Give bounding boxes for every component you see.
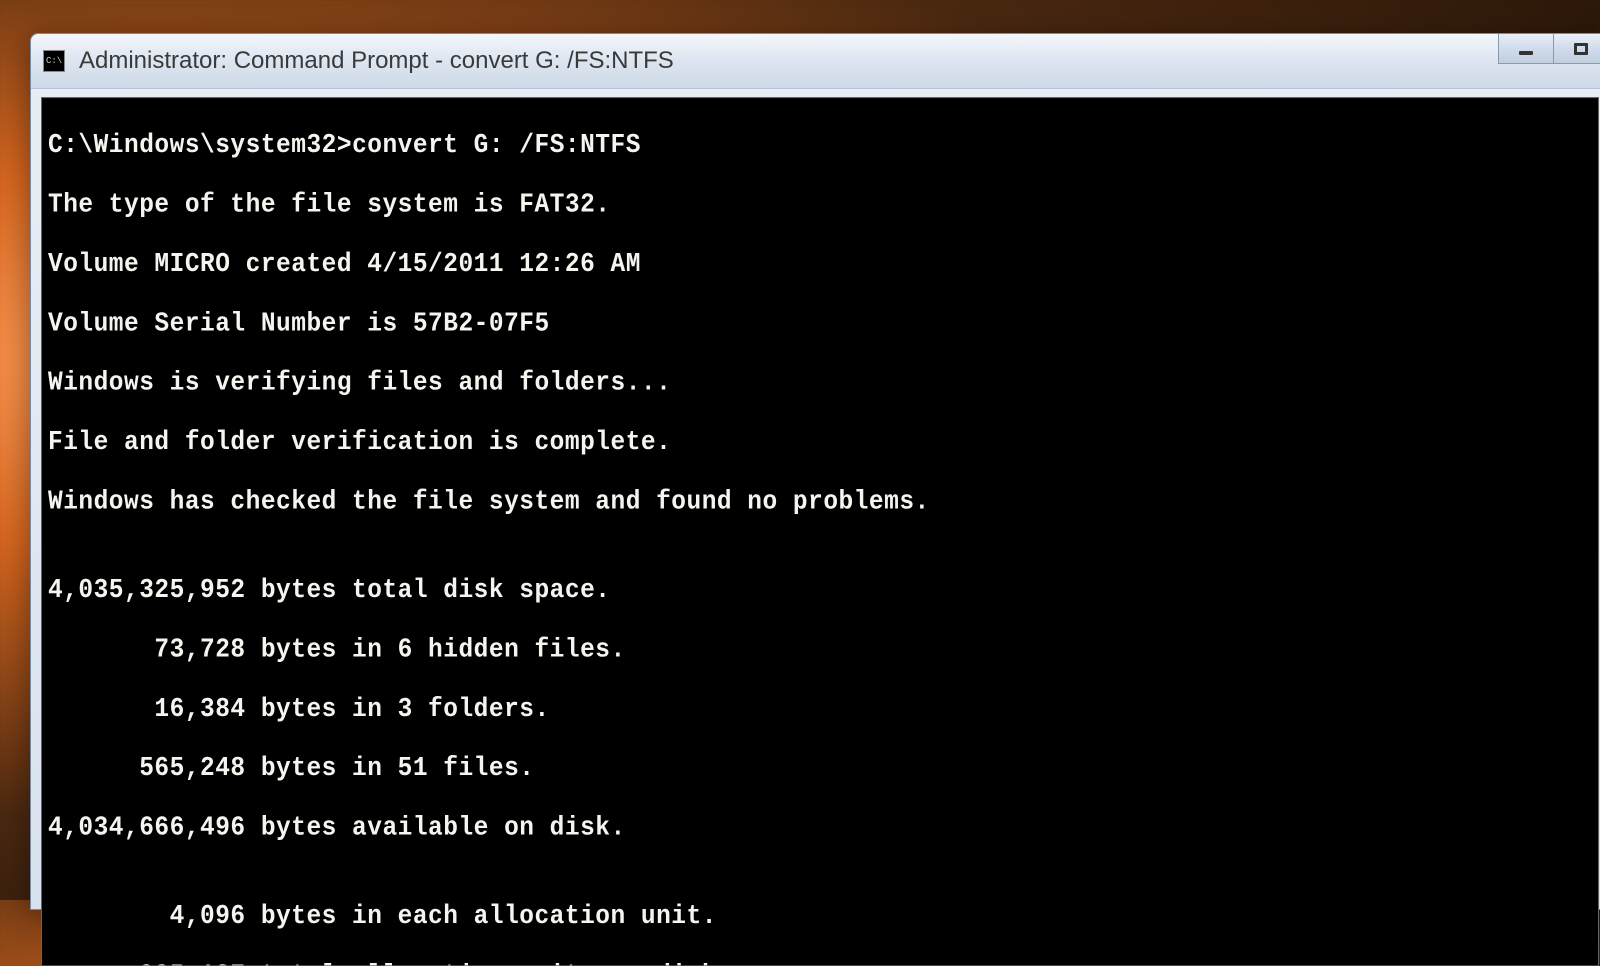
console-output[interactable]: C:\Windows\system32>convert G: /FS:NTFS … [41,97,1599,966]
window-controls [1499,34,1600,64]
minimize-button[interactable] [1498,34,1554,64]
command-prompt-window: C:\ Administrator: Command Prompt - conv… [30,33,1600,910]
output-line: 4,034,666,496 bytes available on disk. [48,814,1592,844]
command-text: convert G: /FS:NTFS [352,132,641,161]
cmd-icon: C:\ [43,50,65,72]
prompt-line: C:\Windows\system32>convert G: /FS:NTFS [48,132,1592,162]
output-line: 73,728 bytes in 6 hidden files. [48,636,1592,666]
output-line: Windows has checked the file system and … [48,488,1592,518]
minimize-icon [1519,51,1533,55]
output-line: Volume MICRO created 4/15/2011 12:26 AM [48,251,1592,281]
maximize-button[interactable] [1553,34,1600,64]
output-line: 565,248 bytes in 51 files. [48,754,1592,784]
maximize-icon [1574,43,1588,55]
output-line: 4,096 bytes in each allocation unit. [48,902,1592,932]
output-line: The type of the file system is FAT32. [48,191,1592,221]
window-title: Administrator: Command Prompt - convert … [79,47,1597,75]
output-line: File and folder verification is complete… [48,428,1592,458]
prompt-path: C:\Windows\system32> [48,132,352,161]
output-line: 985,187 total allocation units on disk. [48,962,1592,966]
output-line: 16,384 bytes in 3 folders. [48,695,1592,725]
output-line: 4,035,325,952 bytes total disk space. [48,577,1592,607]
output-line: Windows is verifying files and folders..… [48,369,1592,399]
output-line: Volume Serial Number is 57B2-07F5 [48,310,1592,340]
titlebar[interactable]: C:\ Administrator: Command Prompt - conv… [31,34,1600,89]
